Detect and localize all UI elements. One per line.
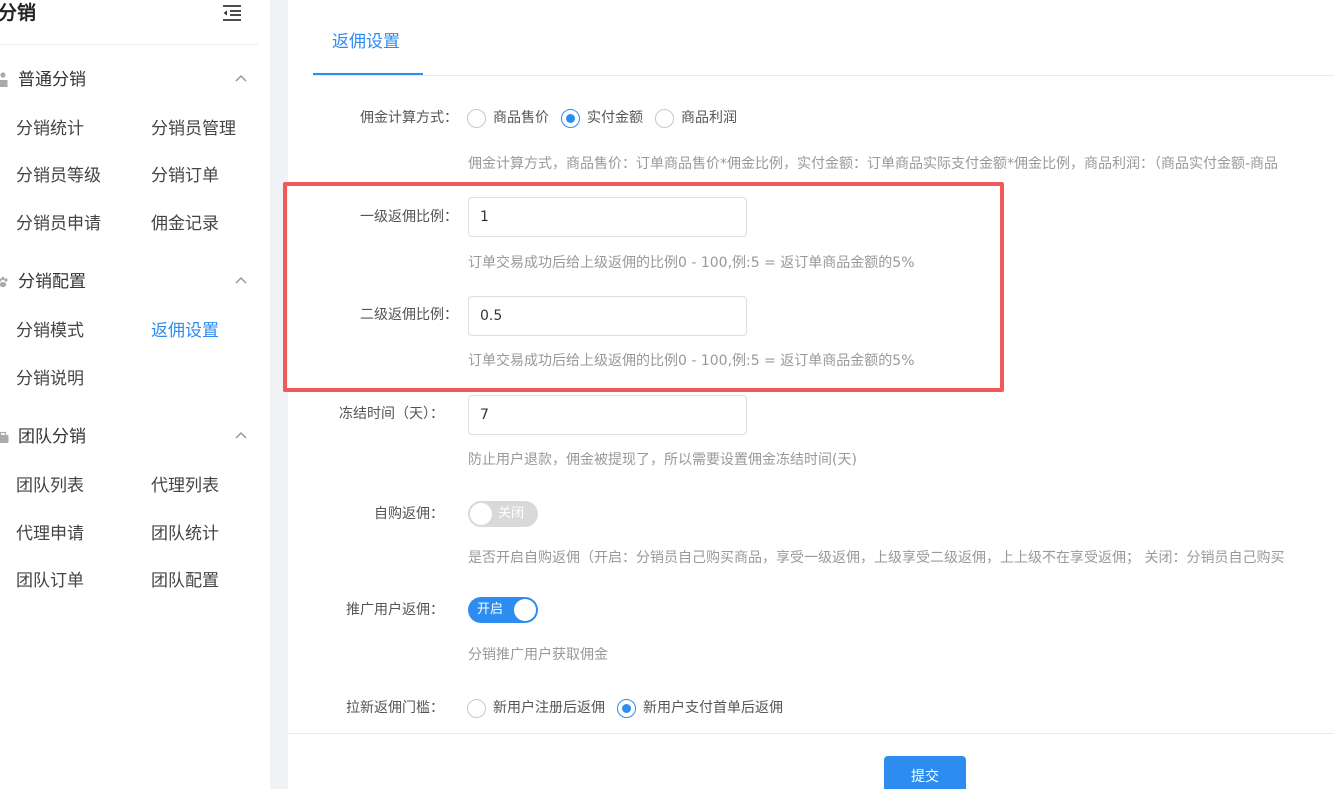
toggle-knob [514, 599, 536, 621]
radio-circle [655, 108, 674, 128]
level2-ratio-label: 二级返佣比例： [360, 307, 458, 323]
sidebar-item-commission-settings[interactable]: 返佣设置 [151, 319, 219, 343]
sidebar-item-agent-applications[interactable]: 代理申请 [16, 522, 84, 546]
briefcase-icon [0, 431, 9, 443]
sidebar-item-distributor-levels[interactable]: 分销员等级 [16, 164, 101, 188]
sidebar-item-distribution-stats[interactable]: 分销统计 [16, 117, 84, 141]
toggle-text: 关闭 [498, 506, 525, 521]
new-user-threshold-label: 拉新返佣门槛： [346, 700, 444, 716]
promote-commission-help: 分销推广用户获取佣金 [468, 647, 608, 663]
sidebar-item-distribution-mode[interactable]: 分销模式 [16, 319, 84, 343]
chevron-up-icon [235, 431, 247, 439]
content-gutter [270, 0, 288, 789]
sidebar-item-team-stats[interactable]: 团队统计 [151, 522, 219, 546]
sidebar-item-distributor-applications[interactable]: 分销员申请 [16, 212, 101, 236]
radio-circle [561, 108, 580, 128]
user-icon [0, 72, 8, 87]
new-user-threshold-radio-group: 新用户注册后返佣 新用户支付首单后返佣 [467, 697, 795, 719]
radio-after-registration[interactable]: 新用户注册后返佣 [467, 698, 605, 718]
freeze-days-input[interactable] [468, 395, 747, 435]
sidebar: 分销 普通分销 分销统计 分销员管理 分销员等级 分销订单 分销员申请 佣金记录… [0, 0, 270, 789]
freeze-days-label: 冻结时间（天）： [339, 406, 444, 422]
level2-ratio-help: 订单交易成功后给上级返佣的比例0 - 100,例:5 = 返订单商品金额的5% [468, 353, 915, 369]
sidebar-item-team-list[interactable]: 团队列表 [16, 474, 84, 498]
level1-ratio-help: 订单交易成功后给上级返佣的比例0 - 100,例:5 = 返订单商品金额的5% [468, 255, 915, 271]
self-purchase-label: 自购返佣： [374, 506, 444, 522]
sidebar-item-distributor-management[interactable]: 分销员管理 [151, 117, 236, 141]
tab-label: 返佣设置 [332, 32, 400, 52]
sidebar-item-agent-list[interactable]: 代理列表 [151, 474, 219, 498]
radio-after-first-payment[interactable]: 新用户支付首单后返佣 [617, 698, 783, 718]
toggle-knob [470, 503, 492, 525]
radio-label: 新用户注册后返佣 [493, 700, 605, 716]
main-content: 返佣设置 佣金计算方式： 商品售价 实付金额 商品利润 佣金计算方式，商品售价：… [288, 0, 1334, 733]
promote-commission-label: 推广用户返佣： [346, 602, 444, 618]
radio-product-price[interactable]: 商品售价 [467, 108, 549, 128]
tabs-divider [313, 75, 1334, 76]
calc-method-radio-group: 商品售价 实付金额 商品利润 [467, 107, 749, 129]
radio-product-profit[interactable]: 商品利润 [655, 108, 737, 128]
sidebar-group-label: 分销配置 [18, 272, 86, 292]
level1-ratio-input[interactable] [468, 197, 747, 237]
radio-label: 新用户支付首单后返佣 [643, 700, 783, 716]
level1-ratio-label: 一级返佣比例： [360, 209, 458, 225]
sidebar-group-label: 团队分销 [18, 427, 86, 447]
sidebar-item-team-config[interactable]: 团队配置 [151, 569, 219, 593]
radio-circle [467, 108, 486, 128]
promote-commission-toggle[interactable]: 开启 [468, 597, 538, 623]
calc-method-label: 佣金计算方式： [360, 110, 458, 126]
level2-ratio-input[interactable] [468, 296, 747, 336]
tab-commission-settings[interactable]: 返佣设置 [313, 28, 423, 78]
sidebar-item-team-orders[interactable]: 团队订单 [16, 569, 84, 593]
radio-label: 商品售价 [493, 110, 549, 126]
sidebar-group-team-distribution[interactable]: 团队分销 [0, 422, 258, 452]
radio-circle [467, 698, 486, 718]
form-footer: 提交 [288, 733, 1334, 789]
submit-button[interactable]: 提交 [884, 756, 966, 789]
radio-circle [617, 698, 636, 718]
self-purchase-toggle[interactable]: 关闭 [468, 501, 538, 527]
chevron-up-icon [235, 276, 247, 284]
radio-actual-payment[interactable]: 实付金额 [561, 108, 643, 128]
sidebar-group-normal-distribution[interactable]: 普通分销 [0, 65, 258, 95]
sidebar-header: 分销 [0, 0, 258, 45]
sidebar-group-distribution-config[interactable]: 分销配置 [0, 267, 258, 297]
sidebar-item-distribution-orders[interactable]: 分销订单 [151, 164, 219, 188]
radio-label: 实付金额 [587, 110, 643, 126]
sidebar-item-commission-records[interactable]: 佣金记录 [151, 212, 219, 236]
collapse-menu-icon[interactable] [222, 4, 242, 22]
chevron-up-icon [235, 74, 247, 82]
calc-method-help: 佣金计算方式，商品售价：订单商品售价*佣金比例，实付金额：订单商品实际支付金额*… [468, 156, 1279, 172]
radio-label: 商品利润 [681, 110, 737, 126]
toggle-text: 开启 [477, 602, 504, 617]
paw-icon [0, 276, 8, 288]
freeze-days-help: 防止用户退款，佣金被提现了，所以需要设置佣金冻结时间(天) [468, 452, 857, 468]
sidebar-group-label: 普通分销 [18, 70, 86, 90]
self-purchase-help: 是否开启自购返佣（开启：分销员自己购买商品，享受一级返佣，上级享受二级返佣，上上… [468, 550, 1285, 566]
sidebar-title: 分销 [0, 2, 37, 24]
sidebar-item-distribution-description[interactable]: 分销说明 [16, 367, 84, 391]
